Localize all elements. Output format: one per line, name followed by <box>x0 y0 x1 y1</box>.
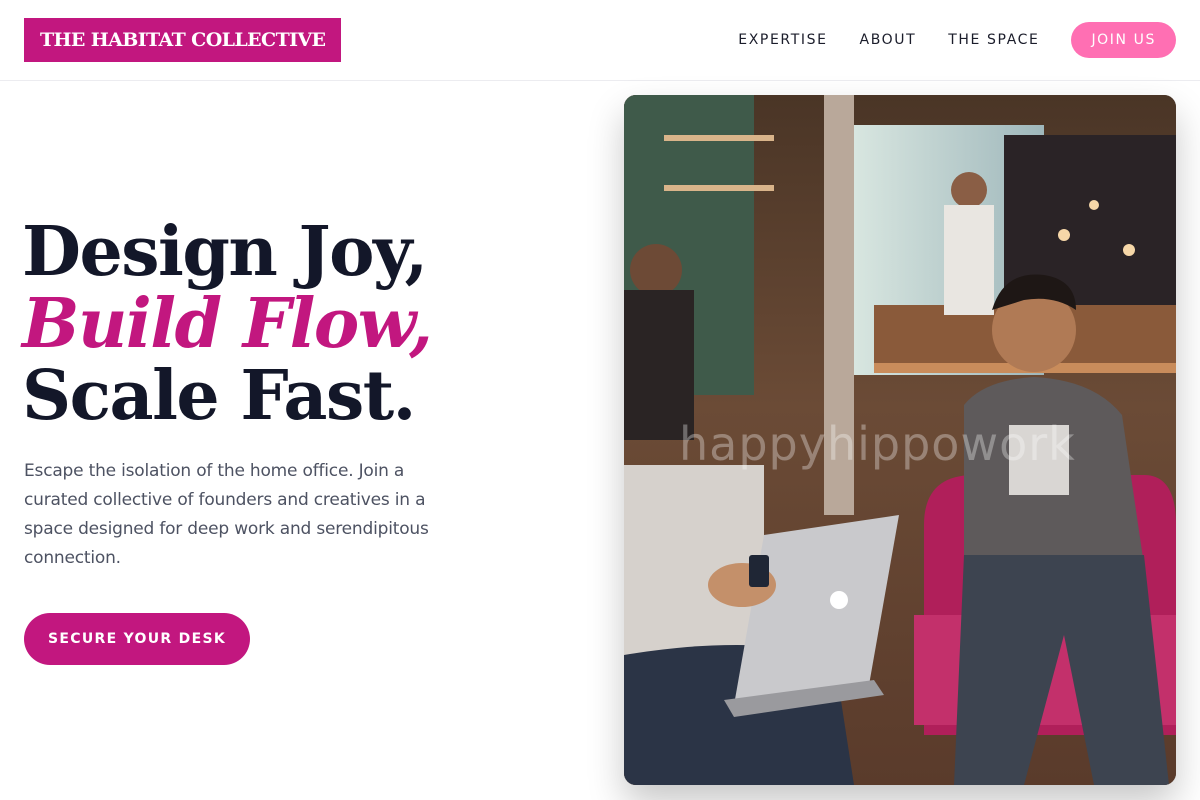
headline-line-1: Design Joy, <box>22 212 428 292</box>
nav-link-the-space[interactable]: THE SPACE <box>948 32 1039 48</box>
hero-headline: Design Joy, Build Flow, Scale Fast. <box>22 212 433 436</box>
image-watermark: happyhippowork <box>679 417 1076 471</box>
nav-link-expertise[interactable]: EXPERTISE <box>738 32 827 48</box>
headline-line-3: Scale Fast. <box>22 356 416 436</box>
hero-description: Escape the isolation of the home office.… <box>24 461 429 568</box>
headline-line-2: Build Flow, <box>22 284 433 364</box>
brand-logo[interactable]: THE HABITAT COLLECTIVE <box>24 18 342 62</box>
site-header: THE HABITAT COLLECTIVE EXPERTISE ABOUT T… <box>0 0 1200 81</box>
join-us-button[interactable]: JOIN US <box>1071 22 1176 58</box>
hero-photo: happyhippowork <box>624 95 1176 785</box>
secure-your-desk-button[interactable]: SECURE YOUR DESK <box>24 613 250 665</box>
nav-link-about[interactable]: ABOUT <box>860 32 917 48</box>
main-nav: EXPERTISE ABOUT THE SPACE JOIN US <box>738 22 1176 58</box>
